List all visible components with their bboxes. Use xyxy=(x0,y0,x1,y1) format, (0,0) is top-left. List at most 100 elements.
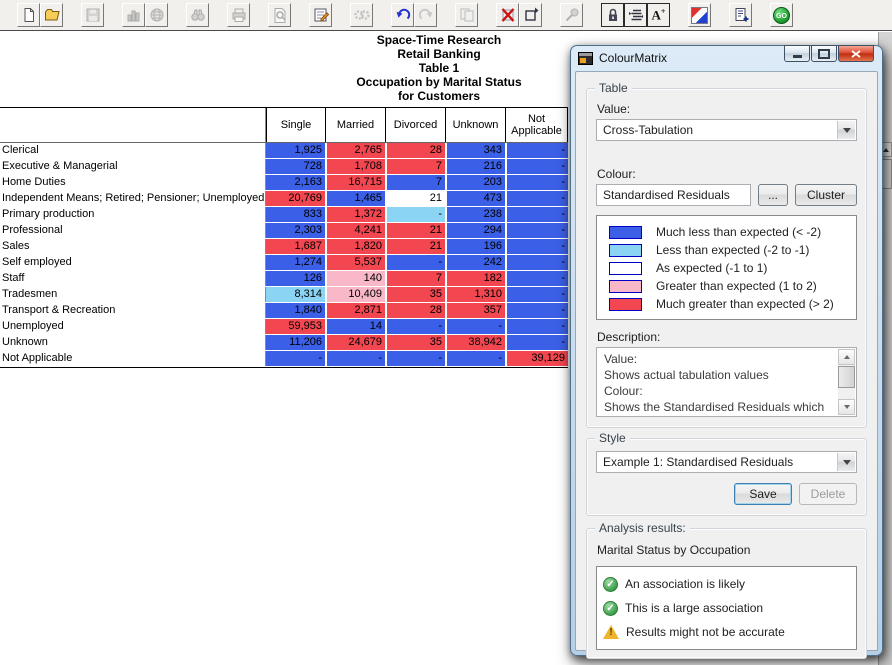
data-cell[interactable]: 1,840 xyxy=(266,303,325,318)
data-cell[interactable]: 1,708 xyxy=(325,159,385,174)
column-header-married[interactable]: Married xyxy=(325,108,385,142)
data-cell[interactable]: - xyxy=(505,287,568,302)
data-cell[interactable]: - xyxy=(445,351,505,366)
description-box[interactable]: Value:Shows actual tabulation valuesColo… xyxy=(596,347,857,417)
row-header[interactable]: Not Applicable xyxy=(0,351,266,366)
data-cell[interactable]: 16,715 xyxy=(325,175,385,190)
data-cell[interactable]: 357 xyxy=(445,303,505,318)
data-cell[interactable]: 35 xyxy=(385,335,445,350)
cluster-button[interactable]: Cluster xyxy=(795,184,857,206)
data-cell[interactable]: 20,769 xyxy=(266,191,325,206)
row-header[interactable]: Transport & Recreation xyxy=(0,303,266,318)
data-cell[interactable]: 238 xyxy=(445,207,505,222)
data-cell[interactable]: 1,925 xyxy=(266,143,325,158)
data-cell[interactable]: 21 xyxy=(385,191,445,206)
column-header-not-applicable[interactable]: Not Applicable xyxy=(505,108,568,142)
dialog-titlebar[interactable]: ColourMatrix xyxy=(571,46,882,70)
edit-annotations-button[interactable] xyxy=(309,3,332,27)
data-cell[interactable]: 2,765 xyxy=(325,143,385,158)
data-cell[interactable]: 1,687 xyxy=(266,239,325,254)
row-header[interactable]: Primary production xyxy=(0,207,266,222)
data-cell[interactable]: 473 xyxy=(445,191,505,206)
data-cell[interactable]: 5,537 xyxy=(325,255,385,270)
data-cell[interactable]: 203 xyxy=(445,175,505,190)
data-cell[interactable]: - xyxy=(266,351,325,366)
data-cell[interactable]: 35 xyxy=(385,287,445,302)
row-header[interactable]: Independent Means; Retired; Pensioner; U… xyxy=(0,191,266,206)
data-cell[interactable]: 216 xyxy=(445,159,505,174)
data-cell[interactable]: 242 xyxy=(445,255,505,270)
scrollbar-thumb[interactable] xyxy=(838,366,855,388)
data-cell[interactable]: 7 xyxy=(385,271,445,286)
data-cell[interactable]: - xyxy=(505,175,568,190)
data-cell[interactable]: 728 xyxy=(266,159,325,174)
style-dropdown[interactable]: Example 1: Standardised Residuals xyxy=(596,451,857,473)
column-header-unknown[interactable]: Unknown xyxy=(445,108,505,142)
font-size-button[interactable]: A+ xyxy=(647,3,670,27)
row-header[interactable]: Home Duties xyxy=(0,175,266,190)
data-cell[interactable]: - xyxy=(505,191,568,206)
swap-rotate-button[interactable] xyxy=(519,3,542,27)
data-cell[interactable]: - xyxy=(385,319,445,334)
data-cell[interactable]: - xyxy=(505,303,568,318)
data-cell[interactable]: 1,310 xyxy=(445,287,505,302)
new-table-button[interactable] xyxy=(17,3,40,27)
data-cell[interactable]: 24,679 xyxy=(325,335,385,350)
row-header[interactable]: Sales xyxy=(0,239,266,254)
data-cell[interactable]: 1,820 xyxy=(325,239,385,254)
data-cell[interactable]: 1,372 xyxy=(325,207,385,222)
row-header[interactable]: Unemployed xyxy=(0,319,266,334)
description-scrollbar[interactable] xyxy=(838,349,855,415)
scroll-down-button[interactable] xyxy=(838,399,855,415)
data-cell[interactable]: - xyxy=(505,255,568,270)
data-cell[interactable]: - xyxy=(385,207,445,222)
remove-item-button[interactable] xyxy=(496,3,519,27)
data-cell[interactable]: 2,303 xyxy=(266,223,325,238)
data-cell[interactable]: 1,465 xyxy=(325,191,385,206)
data-cell[interactable]: - xyxy=(505,335,568,350)
data-cell[interactable]: 833 xyxy=(266,207,325,222)
data-cell[interactable]: 39,129 xyxy=(505,351,568,366)
data-cell[interactable]: - xyxy=(505,239,568,254)
data-cell[interactable]: 294 xyxy=(445,223,505,238)
data-cell[interactable]: - xyxy=(505,143,568,158)
lock-button[interactable] xyxy=(601,3,624,27)
browse-button[interactable]: ... xyxy=(758,184,788,206)
data-cell[interactable]: - xyxy=(385,351,445,366)
column-header-single[interactable]: Single xyxy=(266,108,325,142)
open-file-button[interactable] xyxy=(40,3,63,27)
data-cell[interactable]: 2,871 xyxy=(325,303,385,318)
data-cell[interactable]: 28 xyxy=(385,303,445,318)
data-cell[interactable]: 4,241 xyxy=(325,223,385,238)
data-cell[interactable]: - xyxy=(505,223,568,238)
minimize-button[interactable] xyxy=(784,45,810,62)
data-cell[interactable]: - xyxy=(325,351,385,366)
row-header[interactable]: Professional xyxy=(0,223,266,238)
go-button[interactable]: GO xyxy=(770,3,793,27)
data-cell[interactable]: - xyxy=(505,207,568,222)
scroll-up-button[interactable] xyxy=(838,349,855,365)
data-cell[interactable]: 28 xyxy=(385,143,445,158)
data-cell[interactable]: - xyxy=(505,319,568,334)
data-cell[interactable]: 38,942 xyxy=(445,335,505,350)
save-button[interactable]: Save xyxy=(734,483,792,505)
row-header[interactable]: Self employed xyxy=(0,255,266,270)
row-header[interactable]: Tradesmen xyxy=(0,287,266,302)
data-cell[interactable]: - xyxy=(385,255,445,270)
data-cell[interactable]: - xyxy=(445,319,505,334)
data-cell[interactable]: 21 xyxy=(385,223,445,238)
column-header-divorced[interactable]: Divorced xyxy=(385,108,445,142)
row-header[interactable]: Unknown xyxy=(0,335,266,350)
data-cell[interactable]: 10,409 xyxy=(325,287,385,302)
data-cell[interactable]: 11,206 xyxy=(266,335,325,350)
data-cell[interactable]: 2,163 xyxy=(266,175,325,190)
data-cell[interactable]: 140 xyxy=(325,271,385,286)
data-cell[interactable]: 343 xyxy=(445,143,505,158)
value-dropdown[interactable]: Cross-Tabulation xyxy=(596,119,857,141)
data-cell[interactable]: 7 xyxy=(385,175,445,190)
undo-button[interactable] xyxy=(391,3,414,27)
data-cell[interactable]: 8,314 xyxy=(266,287,325,302)
data-cell[interactable]: 196 xyxy=(445,239,505,254)
data-cell[interactable]: 1,274 xyxy=(266,255,325,270)
data-cell[interactable]: 182 xyxy=(445,271,505,286)
